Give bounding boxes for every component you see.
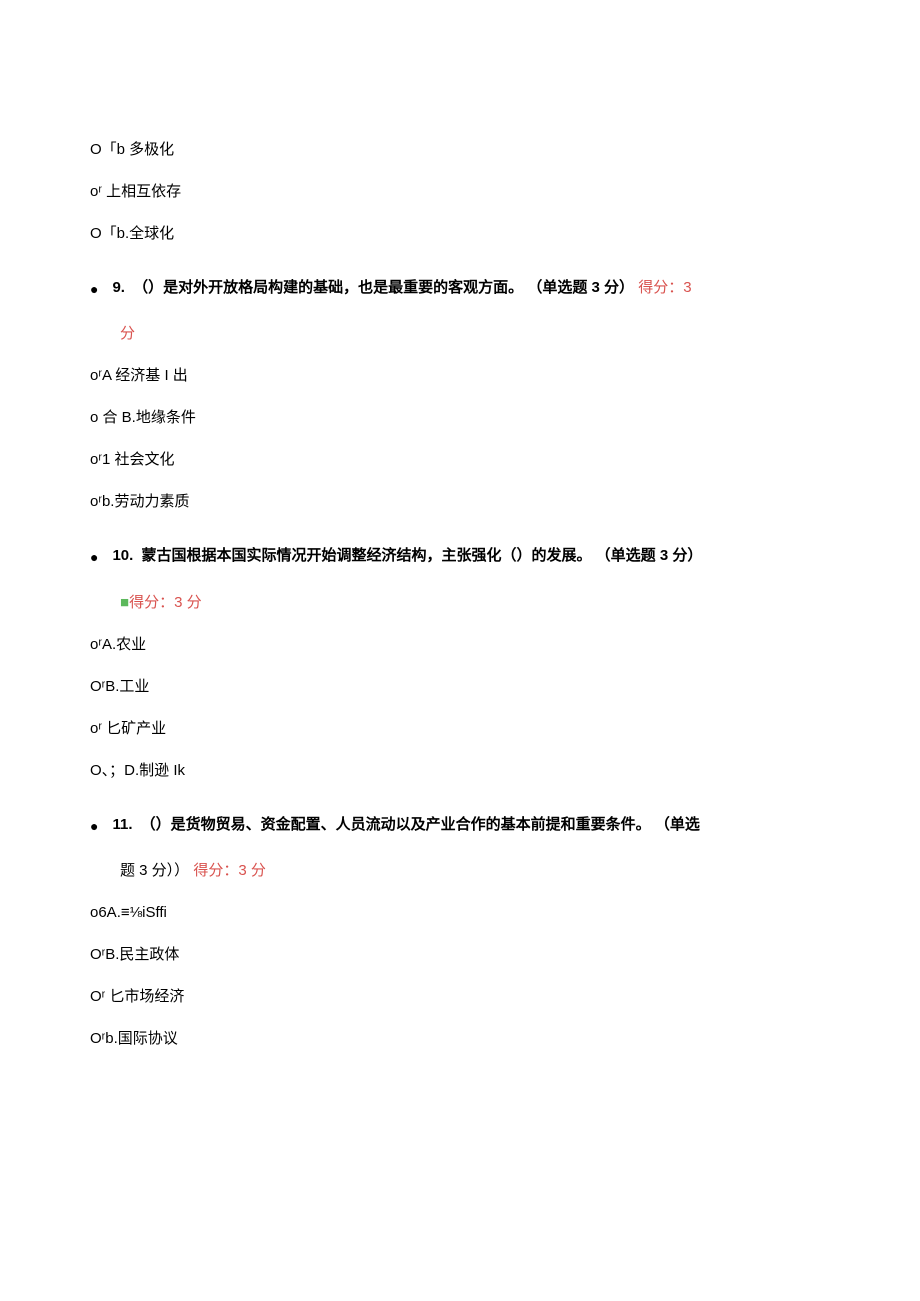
option-item: Oʳ 匕市场经济	[90, 985, 830, 1009]
question-text: （）是货物贸易、资金配置、人员流动以及产业合作的基本前提和重要条件。 （单选	[141, 816, 700, 833]
question-text: 蒙古国根据本国实际情况开始调整经济结构，主张强化（）的发展。 （单选题 3 分）	[142, 547, 703, 564]
score-text-cont: 分	[120, 325, 135, 342]
bullet-icon: ●	[90, 278, 98, 300]
question-10: ● 10. 蒙古国根据本国实际情况开始调整经济结构，主张强化（）的发展。 （单选…	[90, 544, 830, 614]
option-item: oʳ1 社会文化	[90, 448, 830, 472]
option-item: oʳA.农业	[90, 633, 830, 657]
bullet-icon: ●	[90, 546, 98, 568]
score-text: 得分：3 分	[193, 862, 266, 879]
mark-icon: ■	[120, 594, 129, 611]
option-item: o6A.≡⅛iSffi	[90, 901, 830, 925]
option-item: Oʳb.国际协议	[90, 1027, 830, 1051]
question-text: （）是对外开放格局构建的基础，也是最重要的客观方面。 （单选题 3 分）	[133, 279, 634, 296]
option-item: O、；D.制逊 Ik	[90, 759, 830, 783]
question-text-cont: 题 3 分））	[120, 862, 189, 879]
option-item: OʳB.工业	[90, 675, 830, 699]
score-text: 得分：3 分	[129, 594, 202, 611]
question-number: 9.	[112, 279, 125, 296]
option-item: oʳ 匕矿产业	[90, 717, 830, 741]
question-number: 10.	[112, 547, 133, 564]
option-item: O「b 多极化	[90, 138, 830, 162]
question-9: ● 9. （）是对外开放格局构建的基础，也是最重要的客观方面。 （单选题 3 分…	[90, 276, 830, 346]
question-number: 11.	[112, 816, 132, 833]
option-item: oʳ 上相互依存	[90, 180, 830, 204]
option-item: oʳA 经济基 I 出	[90, 364, 830, 388]
question-11: ● 11. （）是货物贸易、资金配置、人员流动以及产业合作的基本前提和重要条件。…	[90, 813, 830, 883]
score-text: 得分：3	[638, 279, 691, 296]
option-item: oʳb.劳动力素质	[90, 490, 830, 514]
document-page: O「b 多极化 oʳ 上相互依存 O「b.全球化 ● 9. （）是对外开放格局构…	[0, 0, 920, 1129]
option-item: o 合 B.地缘条件	[90, 406, 830, 430]
option-item: O「b.全球化	[90, 222, 830, 246]
option-item: OʳB.民主政体	[90, 943, 830, 967]
bullet-icon: ●	[90, 815, 98, 837]
